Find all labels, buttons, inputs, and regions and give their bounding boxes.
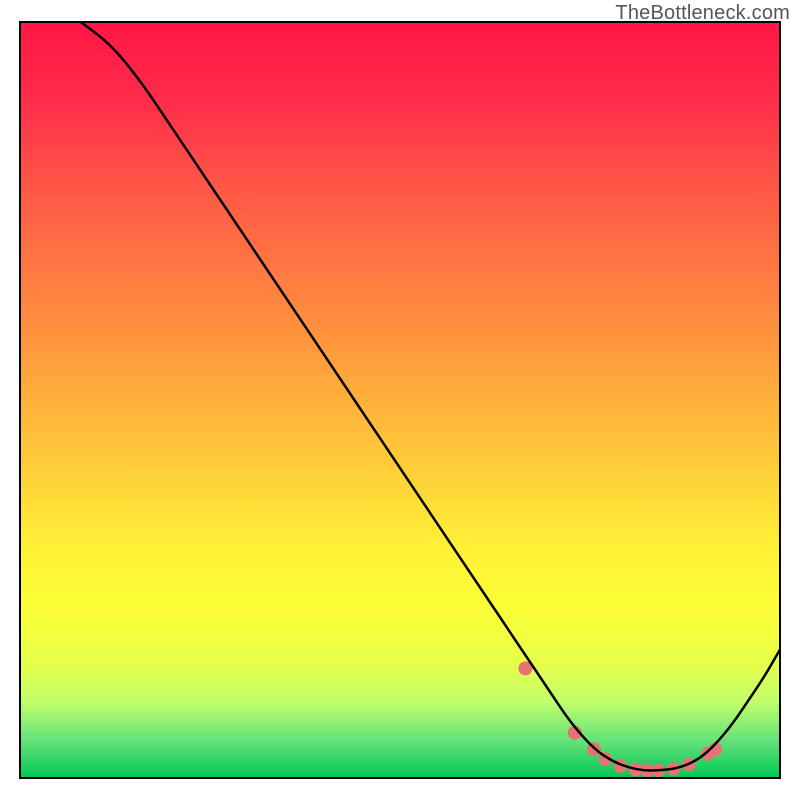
plot-area xyxy=(20,22,780,778)
gradient-background xyxy=(20,22,780,778)
chart-container: TheBottleneck.com xyxy=(0,0,800,800)
bottleneck-chart xyxy=(0,0,800,800)
attribution-text: TheBottleneck.com xyxy=(615,2,790,25)
